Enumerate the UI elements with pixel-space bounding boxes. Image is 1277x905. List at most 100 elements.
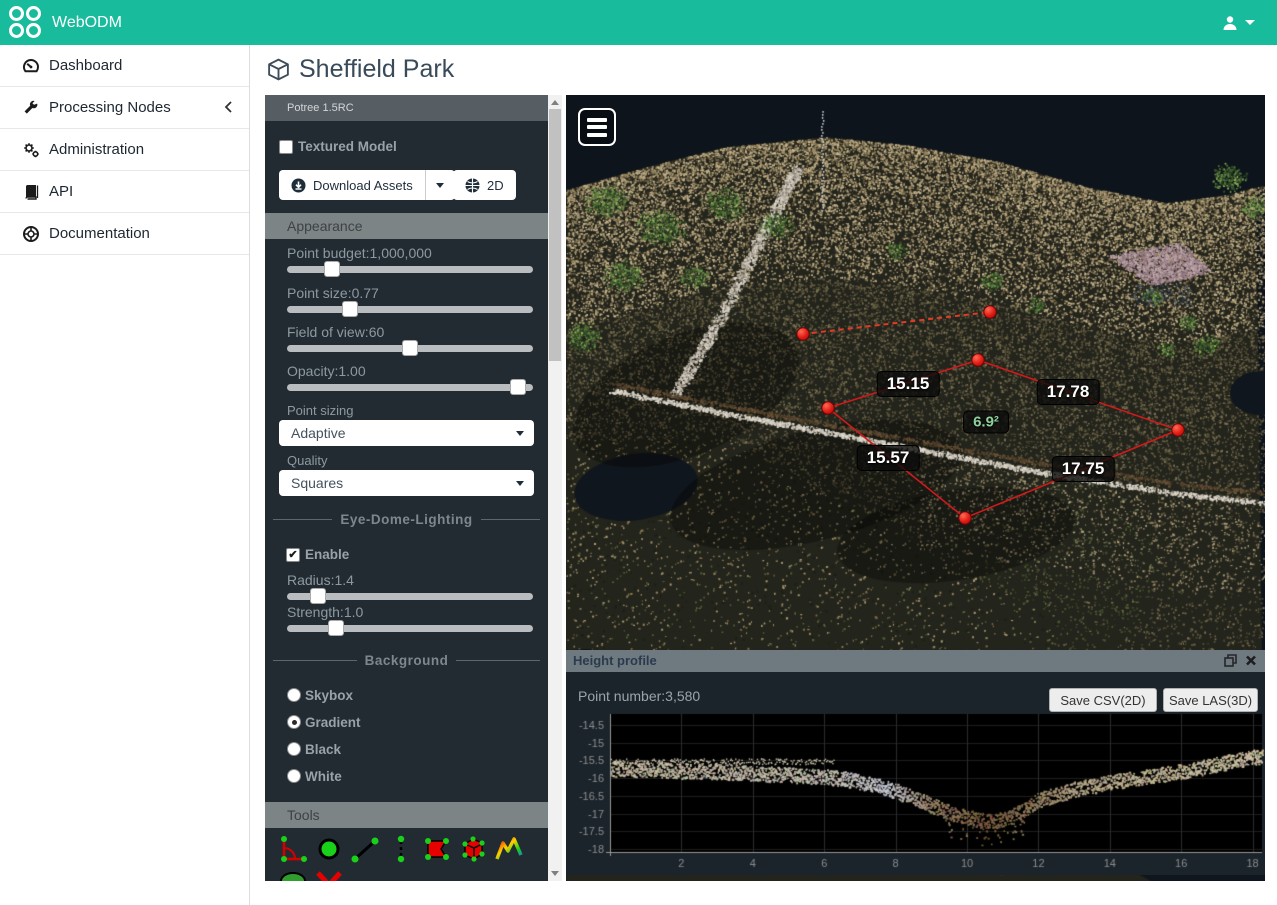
edl-enable-checkbox[interactable]: ✔ Enable xyxy=(286,547,349,562)
scrollbar-thumb[interactable] xyxy=(549,109,561,361)
edge-length-label: 17.75 xyxy=(1052,456,1115,482)
popout-icon[interactable] xyxy=(1224,654,1237,667)
life-ring-icon xyxy=(22,225,40,243)
point-budget-slider[interactable] xyxy=(287,266,533,273)
download-assets-button[interactable]: Download Assets xyxy=(279,170,425,200)
slider-handle[interactable] xyxy=(324,261,340,277)
close-icon[interactable] xyxy=(1245,654,1257,667)
scroll-up-icon[interactable] xyxy=(551,100,559,105)
radio-icon xyxy=(287,742,301,756)
slider-handle[interactable] xyxy=(342,301,358,317)
slider-handle[interactable] xyxy=(510,379,526,395)
edge-length-label: 17.78 xyxy=(1037,379,1100,405)
sidebar-item-administration[interactable]: Administration xyxy=(0,129,249,171)
save-las-button[interactable]: Save LAS(3D) xyxy=(1163,688,1258,712)
volume-tool-icon[interactable] xyxy=(457,833,489,865)
radio-icon xyxy=(287,688,301,702)
caret-down-icon xyxy=(516,481,524,486)
book-icon xyxy=(22,183,40,201)
edl-strength-slider[interactable] xyxy=(287,625,533,632)
area-tool-icon[interactable] xyxy=(421,833,453,865)
user-menu[interactable] xyxy=(1222,0,1255,45)
quality-label: Quality xyxy=(287,453,327,468)
sidebar-item-label: API xyxy=(49,171,73,213)
checkbox-unchecked-icon xyxy=(279,140,293,154)
caret-down-icon xyxy=(516,431,524,436)
height-profile-titlebar[interactable]: Height profile xyxy=(566,650,1265,672)
checkbox-checked-icon: ✔ xyxy=(286,548,300,562)
point-budget-label: Point budget:1,000,000 xyxy=(287,245,432,261)
point-sizing-select[interactable]: Adaptive xyxy=(279,420,534,446)
profile-tool-icon[interactable] xyxy=(493,833,525,865)
potree-version: Potree 1.5RC xyxy=(265,95,548,121)
edl-radius-slider[interactable] xyxy=(287,593,533,600)
background-legend: Background xyxy=(265,653,548,668)
sidebar-item-dashboard[interactable]: Dashboard xyxy=(0,45,249,87)
measurement-point[interactable] xyxy=(1172,424,1184,436)
gears-icon xyxy=(22,141,40,159)
point-size-label: Point size:0.77 xyxy=(287,285,379,301)
point-number: Point number:3,580 xyxy=(578,688,700,704)
page-title-text: Sheffield Park xyxy=(299,55,454,84)
height-profile-chart[interactable] xyxy=(566,710,1265,875)
sidebar-item-label: Administration xyxy=(49,129,144,171)
slider-handle[interactable] xyxy=(402,340,418,356)
sidebar-item-documentation[interactable]: Documentation xyxy=(0,213,249,255)
point-cloud-viewer[interactable]: 15.15 17.78 15.57 17.75 6.9² Height profile … xyxy=(566,95,1265,881)
sidebar-item-processing-nodes[interactable]: Processing Nodes xyxy=(0,87,249,129)
measurement-point[interactable] xyxy=(972,354,984,366)
page-title: Sheffield Park xyxy=(266,55,454,84)
panel-scrollbar[interactable] xyxy=(548,95,562,881)
background-radio-skybox[interactable]: Skybox xyxy=(287,687,353,703)
view-2d-button[interactable]: 2D xyxy=(453,170,516,200)
sidebar-item-label: Processing Nodes xyxy=(49,87,171,129)
field-of-view-slider[interactable] xyxy=(287,345,533,352)
scroll-down-icon[interactable] xyxy=(551,871,559,876)
measurement-point[interactable] xyxy=(797,328,809,340)
edge-length-label: 15.15 xyxy=(877,371,940,397)
edge-length-label: 15.57 xyxy=(857,445,920,471)
sidebar-nav: Dashboard Processing Nodes Administratio… xyxy=(0,45,250,905)
background-radio-black[interactable]: Black xyxy=(287,741,341,757)
user-caret-icon xyxy=(1245,20,1255,25)
height-profile-title: Height profile xyxy=(573,653,657,668)
height-profile-panel: Height profile Point number:3,580 Save C… xyxy=(566,650,1265,875)
save-csv-button[interactable]: Save CSV(2D) xyxy=(1049,688,1157,712)
area-label: 6.9² xyxy=(963,411,1009,434)
opacity-slider[interactable] xyxy=(287,384,533,391)
top-navbar: WebODM xyxy=(0,0,1277,45)
tools-section-header: Tools xyxy=(265,802,548,828)
sidebar-item-label: Dashboard xyxy=(49,45,122,87)
background-radio-white[interactable]: White xyxy=(287,768,342,784)
slider-handle[interactable] xyxy=(328,620,344,636)
measurement-point[interactable] xyxy=(959,512,971,524)
sidebar-item-label: Documentation xyxy=(49,213,150,255)
chevron-left-icon[interactable] xyxy=(224,100,233,114)
globe-icon xyxy=(465,178,480,193)
quality-select[interactable]: Squares xyxy=(279,470,534,496)
clip-volume-tool-icon[interactable] xyxy=(277,867,309,881)
wrench-icon xyxy=(22,99,40,117)
remove-tool-icon[interactable] xyxy=(313,867,345,881)
caret-down-icon xyxy=(436,183,444,188)
appearance-section-header: Appearance xyxy=(265,213,548,239)
sidebar-item-api[interactable]: API xyxy=(0,171,249,213)
angle-tool-icon[interactable] xyxy=(277,833,309,865)
download-options-caret-button[interactable] xyxy=(425,170,455,200)
distance-tool-icon[interactable] xyxy=(349,833,381,865)
measurement-point[interactable] xyxy=(822,402,834,414)
point-sizing-label: Point sizing xyxy=(287,403,353,418)
slider-handle[interactable] xyxy=(310,588,326,604)
viewer-menu-button[interactable] xyxy=(578,108,616,146)
user-icon xyxy=(1222,15,1238,31)
textured-model-checkbox[interactable]: Textured Model xyxy=(279,139,397,154)
point-size-slider[interactable] xyxy=(287,306,533,313)
opacity-label: Opacity:1.00 xyxy=(287,363,366,379)
edl-legend: Eye-Dome-Lighting xyxy=(265,512,548,527)
height-tool-icon[interactable] xyxy=(385,833,417,865)
edl-strength-label: Strength:1.0 xyxy=(287,604,363,620)
background-radio-gradient[interactable]: Gradient xyxy=(287,714,361,730)
field-of-view-label: Field of view:60 xyxy=(287,324,384,340)
point-tool-icon[interactable] xyxy=(313,833,345,865)
measurement-point[interactable] xyxy=(984,306,996,318)
